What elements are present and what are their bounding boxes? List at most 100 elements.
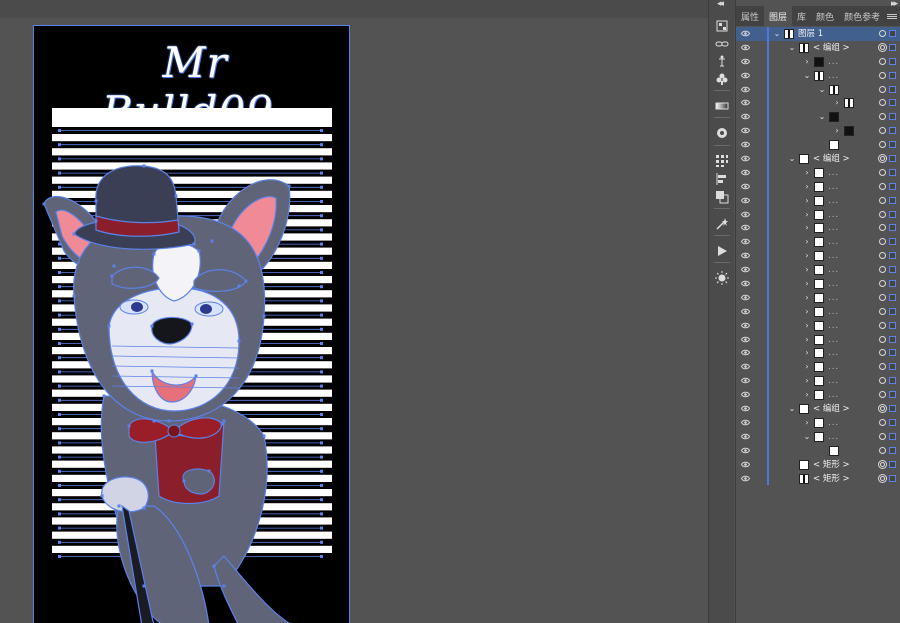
visibility-eye-icon[interactable] xyxy=(741,72,750,79)
selection-indicator[interactable] xyxy=(889,321,896,329)
selection-indicator[interactable] xyxy=(889,307,896,315)
target-circle-icon[interactable] xyxy=(879,71,886,79)
visibility-eye-icon[interactable] xyxy=(741,183,750,190)
artboards-icon[interactable] xyxy=(714,18,730,34)
lock-toggle[interactable] xyxy=(754,458,766,472)
layer-name[interactable]: ... xyxy=(828,222,839,234)
layer-row[interactable]: ⌄ < 编组 > xyxy=(736,152,900,166)
target-circle-icon[interactable] xyxy=(879,127,886,135)
selection-indicator[interactable] xyxy=(889,335,896,343)
visibility-eye-icon[interactable] xyxy=(741,224,750,231)
selection-indicator[interactable] xyxy=(889,43,896,51)
layer-name[interactable]: ... xyxy=(828,292,839,304)
visibility-eye-icon[interactable] xyxy=(741,30,750,37)
layer-row[interactable]: ›... xyxy=(736,263,900,278)
visibility-eye-icon[interactable] xyxy=(741,363,750,370)
canvas[interactable]: Mr Bulld09. xyxy=(0,18,697,623)
target-circle-icon[interactable] xyxy=(879,391,886,399)
lock-toggle[interactable] xyxy=(754,69,766,83)
lock-toggle[interactable] xyxy=(754,83,766,97)
selection-indicator[interactable] xyxy=(889,224,896,232)
layer-name[interactable]: ... xyxy=(828,431,839,443)
target-circle-icon[interactable] xyxy=(879,182,886,190)
selection-indicator[interactable] xyxy=(889,405,896,413)
target-circle-icon[interactable] xyxy=(879,252,886,260)
target-circle-icon[interactable] xyxy=(879,141,886,149)
collapse-arrow-icon[interactable]: ⌄ xyxy=(773,27,781,41)
selection-indicator[interactable] xyxy=(889,418,896,426)
bulldog-illustration[interactable] xyxy=(34,26,351,623)
target-circle-icon[interactable] xyxy=(879,196,886,204)
visibility-eye-icon[interactable] xyxy=(741,266,750,273)
layer-row[interactable]: ›... xyxy=(736,179,900,194)
layer-name[interactable]: ... xyxy=(828,306,839,318)
layer-row[interactable]: ›... xyxy=(736,207,900,222)
selection-indicator[interactable] xyxy=(889,155,896,163)
target-circle-icon[interactable] xyxy=(879,238,886,246)
layer-name[interactable]: 图层 1 xyxy=(798,28,823,40)
visibility-eye-icon[interactable] xyxy=(741,211,750,218)
layer-name[interactable]: ... xyxy=(828,375,839,387)
layer-row[interactable]: ⌄ xyxy=(736,82,900,97)
target-circle-icon[interactable] xyxy=(880,461,885,467)
layer-name[interactable]: ... xyxy=(828,167,839,179)
lock-toggle[interactable] xyxy=(754,27,766,41)
lock-toggle[interactable] xyxy=(754,346,766,360)
lock-toggle[interactable] xyxy=(754,388,766,402)
actions-icon[interactable] xyxy=(714,243,730,259)
lock-toggle[interactable] xyxy=(754,41,766,55)
layer-row[interactable]: ›... xyxy=(736,304,900,319)
selection-indicator[interactable] xyxy=(889,210,896,218)
layer-row[interactable]: ›... xyxy=(736,318,900,333)
visibility-eye-icon[interactable] xyxy=(741,405,750,412)
visibility-eye-icon[interactable] xyxy=(741,308,750,315)
target-circle-icon[interactable] xyxy=(879,280,886,288)
expand-arrow-icon[interactable]: › xyxy=(833,96,841,110)
layer-row[interactable]: ›... xyxy=(736,221,900,236)
layer-row[interactable]: ›... xyxy=(736,388,900,403)
visibility-eye-icon[interactable] xyxy=(741,336,750,343)
layer-row[interactable]: › xyxy=(736,96,900,111)
expand-arrow-icon[interactable]: › xyxy=(803,333,811,347)
expand-arrow-icon[interactable]: › xyxy=(803,194,811,208)
target-circle-icon[interactable] xyxy=(879,293,886,301)
lock-toggle[interactable] xyxy=(754,208,766,222)
target-circle-icon[interactable] xyxy=(879,30,886,37)
expand-arrow-icon[interactable]: › xyxy=(803,208,811,222)
lock-toggle[interactable] xyxy=(754,249,766,263)
puppet-warp-icon[interactable] xyxy=(714,53,730,69)
expand-arrow-icon[interactable]: › xyxy=(803,388,811,402)
gradient-icon[interactable] xyxy=(714,98,730,114)
selection-indicator[interactable] xyxy=(889,474,896,482)
target-circle-icon[interactable] xyxy=(880,475,885,481)
selection-indicator[interactable] xyxy=(889,182,896,190)
symbols-icon[interactable] xyxy=(714,71,730,87)
visibility-eye-icon[interactable] xyxy=(741,252,750,259)
layer-name[interactable]: ... xyxy=(828,389,839,401)
layer-row[interactable] xyxy=(736,138,900,153)
selection-indicator[interactable] xyxy=(889,266,896,274)
expand-arrow-icon[interactable]: › xyxy=(803,55,811,69)
visibility-eye-icon[interactable] xyxy=(741,294,750,301)
target-circle-icon[interactable] xyxy=(879,418,886,426)
collapse-arrow-icon[interactable]: ⌄ xyxy=(788,152,796,166)
layer-row[interactable]: ›... xyxy=(736,54,900,69)
selection-indicator[interactable] xyxy=(889,391,896,399)
target-circle-icon[interactable] xyxy=(879,168,886,176)
expand-arrow-icon[interactable]: › xyxy=(833,124,841,138)
selection-indicator[interactable] xyxy=(889,280,896,288)
layer-name[interactable]: ... xyxy=(828,264,839,276)
expand-arrow-icon[interactable]: › xyxy=(803,180,811,194)
magic-wand-icon[interactable] xyxy=(714,216,730,232)
layer-row[interactable]: ›... xyxy=(736,360,900,375)
selection-indicator[interactable] xyxy=(889,432,896,440)
collapse-arrow-icon[interactable]: ⌄ xyxy=(788,402,796,416)
selection-indicator[interactable] xyxy=(889,141,896,149)
expand-arrow-icon[interactable]: › xyxy=(803,249,811,263)
target-circle-icon[interactable] xyxy=(880,44,885,50)
target-circle-icon[interactable] xyxy=(879,224,886,232)
layer-name[interactable]: ... xyxy=(828,417,839,429)
expand-arrow-icon[interactable]: › xyxy=(803,291,811,305)
visibility-eye-icon[interactable] xyxy=(741,349,750,356)
selection-indicator[interactable] xyxy=(889,30,896,37)
